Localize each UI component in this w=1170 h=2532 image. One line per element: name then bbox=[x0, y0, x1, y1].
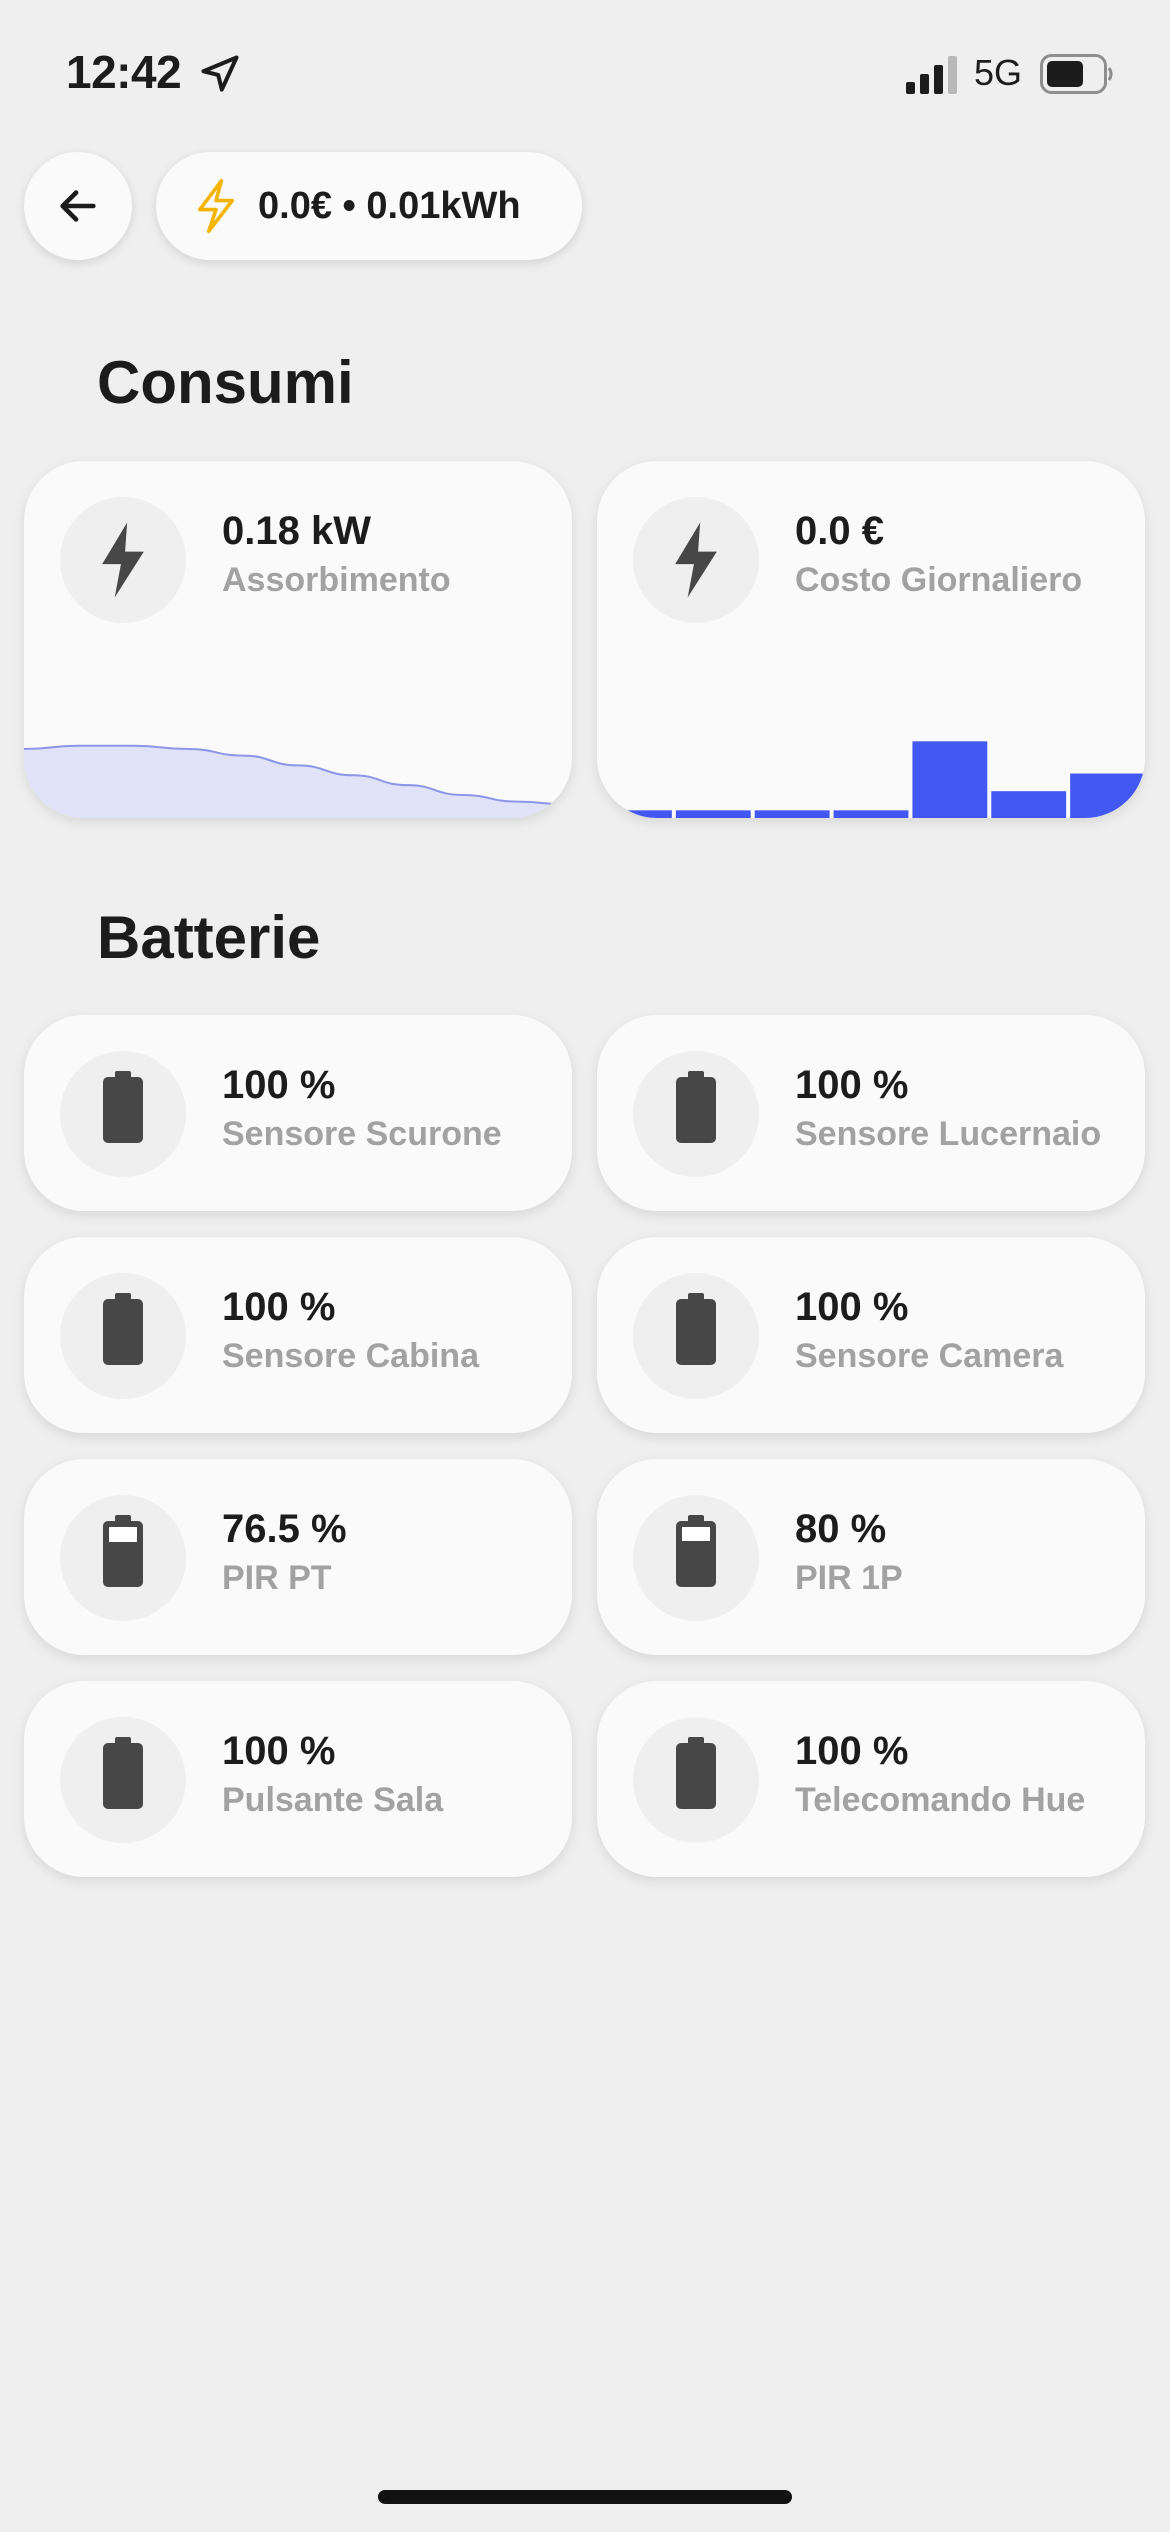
battery-value: 100 % bbox=[222, 1285, 336, 1329]
battery-value: 100 % bbox=[795, 1729, 909, 1773]
network-type: 5G bbox=[974, 52, 1023, 93]
icon-circle bbox=[633, 1273, 759, 1399]
battery-value: 100 % bbox=[222, 1729, 336, 1773]
battery-value: 100 % bbox=[795, 1285, 909, 1329]
arrow-left-icon bbox=[60, 190, 96, 222]
battery-card-sensore-camera[interactable]: 100 % Sensore Camera bbox=[597, 1237, 1145, 1433]
battery-label: Sensore Scurone bbox=[222, 1115, 502, 1153]
energy-summary-text: 0.0€ • 0.01kWh bbox=[258, 184, 521, 227]
battery-icon bbox=[103, 1515, 143, 1587]
cost-bar-3 bbox=[754, 810, 830, 818]
battery-icon bbox=[676, 1071, 716, 1143]
battery-value: 80 % bbox=[795, 1507, 887, 1551]
icon-circle bbox=[60, 1717, 186, 1843]
battery-status-icon bbox=[1040, 54, 1113, 94]
icon-circle bbox=[60, 1051, 186, 1177]
cost-label: Costo Giornaliero bbox=[795, 561, 1083, 599]
cost-bar-4 bbox=[833, 810, 909, 818]
battery-icon bbox=[103, 1737, 143, 1809]
home-indicator[interactable] bbox=[378, 2490, 792, 2504]
location-arrow-icon bbox=[201, 55, 239, 92]
status-bar: 12:42 5G bbox=[0, 0, 1170, 140]
card-assorbimento[interactable]: 0.18 kW Assorbimento bbox=[24, 461, 572, 818]
battery-card-sensore-cabina[interactable]: 100 % Sensore Cabina bbox=[24, 1237, 572, 1433]
battery-label: Sensore Camera bbox=[795, 1337, 1064, 1375]
cost-bar-2 bbox=[675, 810, 751, 818]
battery-icon bbox=[103, 1071, 143, 1143]
card-costo-giornaliero[interactable]: 0.0 € Costo Giornaliero bbox=[597, 461, 1145, 818]
battery-value: 100 % bbox=[795, 1063, 909, 1107]
cost-bar-1 bbox=[597, 810, 672, 818]
power-value: 0.18 kW bbox=[222, 509, 371, 553]
battery-label: Pulsante Sala bbox=[222, 1781, 444, 1819]
battery-icon bbox=[676, 1293, 716, 1365]
battery-value: 76.5 % bbox=[222, 1507, 347, 1551]
battery-label: Sensore Cabina bbox=[222, 1337, 479, 1375]
cost-bar-5 bbox=[912, 741, 988, 818]
battery-icon bbox=[676, 1737, 716, 1809]
battery-card-pir-pt[interactable]: 76.5 % PIR PT bbox=[24, 1459, 572, 1655]
battery-label: Telecomando Hue bbox=[795, 1781, 1086, 1819]
cellular-signal-icon bbox=[906, 56, 957, 94]
battery-icon bbox=[103, 1293, 143, 1365]
battery-label: PIR PT bbox=[222, 1559, 332, 1597]
section-title-consumi: Consumi bbox=[97, 349, 354, 416]
battery-label: PIR 1P bbox=[795, 1559, 903, 1597]
cost-value: 0.0 € bbox=[795, 509, 884, 553]
battery-value: 100 % bbox=[222, 1063, 336, 1107]
icon-circle bbox=[633, 1717, 759, 1843]
battery-card-pir-1p[interactable]: 80 % PIR 1P bbox=[597, 1459, 1145, 1655]
cost-bar-chart bbox=[597, 741, 1145, 818]
icon-circle bbox=[633, 1495, 759, 1621]
lightning-icon bbox=[102, 522, 144, 598]
energy-summary-chip[interactable]: 0.0€ • 0.01kWh bbox=[156, 152, 582, 260]
icon-circle bbox=[633, 497, 759, 623]
icon-circle bbox=[60, 1495, 186, 1621]
battery-card-sensore-lucernaio[interactable]: 100 % Sensore Lucernaio bbox=[597, 1015, 1145, 1211]
back-button[interactable] bbox=[24, 152, 132, 260]
icon-circle bbox=[60, 497, 186, 623]
battery-card-telecomando-hue[interactable]: 100 % Telecomando Hue bbox=[597, 1681, 1145, 1877]
icon-circle bbox=[633, 1051, 759, 1177]
lightning-icon bbox=[198, 179, 235, 233]
battery-label: Sensore Lucernaio bbox=[795, 1115, 1102, 1153]
battery-card-pulsante-sala[interactable]: 100 % Pulsante Sala bbox=[24, 1681, 572, 1877]
battery-card-sensore-scurone[interactable]: 100 % Sensore Scurone bbox=[24, 1015, 572, 1211]
area-fill bbox=[24, 745, 572, 818]
status-time: 12:42 bbox=[66, 46, 182, 98]
battery-icon bbox=[676, 1515, 716, 1587]
cost-bar-6 bbox=[991, 791, 1067, 818]
section-title-batterie: Batterie bbox=[97, 904, 321, 971]
cost-bar-7 bbox=[1070, 773, 1145, 818]
icon-circle bbox=[60, 1273, 186, 1399]
power-area-chart bbox=[24, 744, 572, 818]
lightning-icon bbox=[675, 522, 717, 598]
power-label: Assorbimento bbox=[222, 561, 451, 599]
top-bar: 0.0€ • 0.01kWh bbox=[0, 150, 1170, 262]
